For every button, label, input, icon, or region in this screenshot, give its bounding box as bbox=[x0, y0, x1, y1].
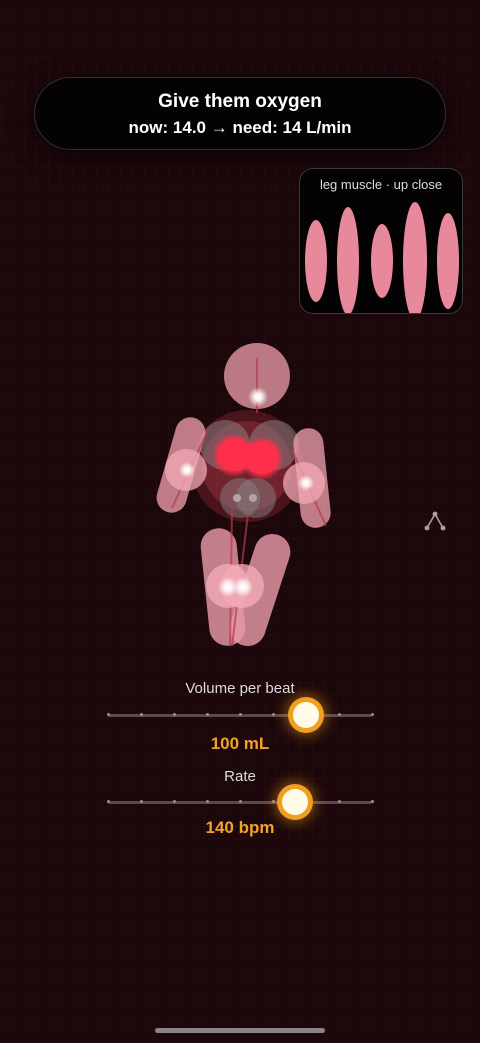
rate-value: 140 bpm bbox=[205, 818, 275, 837]
slider-tick bbox=[239, 713, 242, 716]
rate-label: Rate bbox=[224, 768, 256, 785]
volume-label: Volume per beat bbox=[185, 680, 295, 697]
slider-tick bbox=[173, 713, 176, 716]
organ-dot bbox=[249, 494, 257, 502]
oxygen-glow-head bbox=[248, 387, 268, 407]
volume-value: 100 mL bbox=[210, 734, 270, 753]
slider-tick bbox=[272, 800, 275, 803]
rate-slider-thumb[interactable] bbox=[282, 789, 308, 815]
slider-tick bbox=[206, 800, 209, 803]
muscle-closeup-panel: leg muscle · up close bbox=[299, 168, 463, 314]
oxygen-glow-left-arm bbox=[179, 462, 195, 478]
goal-banner: Give them oxygen now: 14.0 → need: 14 L/… bbox=[34, 77, 446, 150]
slider-tick bbox=[272, 713, 275, 716]
muscle-fiber bbox=[403, 202, 427, 313]
muscle-fiber bbox=[337, 207, 359, 313]
oxygen-status: now: 14.0 → need: 14 L/min bbox=[128, 118, 352, 137]
body-figure[interactable] bbox=[150, 338, 350, 656]
muscle-fiber bbox=[371, 224, 393, 298]
slider-tick bbox=[371, 713, 374, 716]
slider-tick bbox=[206, 713, 209, 716]
slider-tick bbox=[140, 713, 143, 716]
muscle-fiber bbox=[305, 220, 327, 302]
rate-slider-track[interactable] bbox=[107, 789, 374, 815]
slider-tick bbox=[140, 800, 143, 803]
slider-tick bbox=[338, 713, 341, 716]
organ-dot bbox=[233, 494, 241, 502]
home-indicator[interactable] bbox=[155, 1028, 325, 1033]
muscle-fiber bbox=[437, 213, 459, 309]
graph-nodes-icon[interactable] bbox=[422, 508, 448, 534]
slider-tick bbox=[107, 713, 110, 716]
heart-right-core bbox=[245, 442, 277, 474]
slider-tick bbox=[371, 800, 374, 803]
volume-slider-thumb[interactable] bbox=[293, 702, 319, 728]
goal-title: Give them oxygen bbox=[158, 91, 322, 112]
oxygen-glow-right-leg bbox=[233, 577, 253, 597]
slider-tick bbox=[173, 800, 176, 803]
muscle-fibers bbox=[305, 202, 459, 313]
oxygen-glow-right-arm bbox=[298, 475, 314, 491]
slider-tick bbox=[239, 800, 242, 803]
slider-tick bbox=[338, 800, 341, 803]
volume-slider-track[interactable] bbox=[107, 702, 374, 728]
slider-tick bbox=[107, 800, 110, 803]
